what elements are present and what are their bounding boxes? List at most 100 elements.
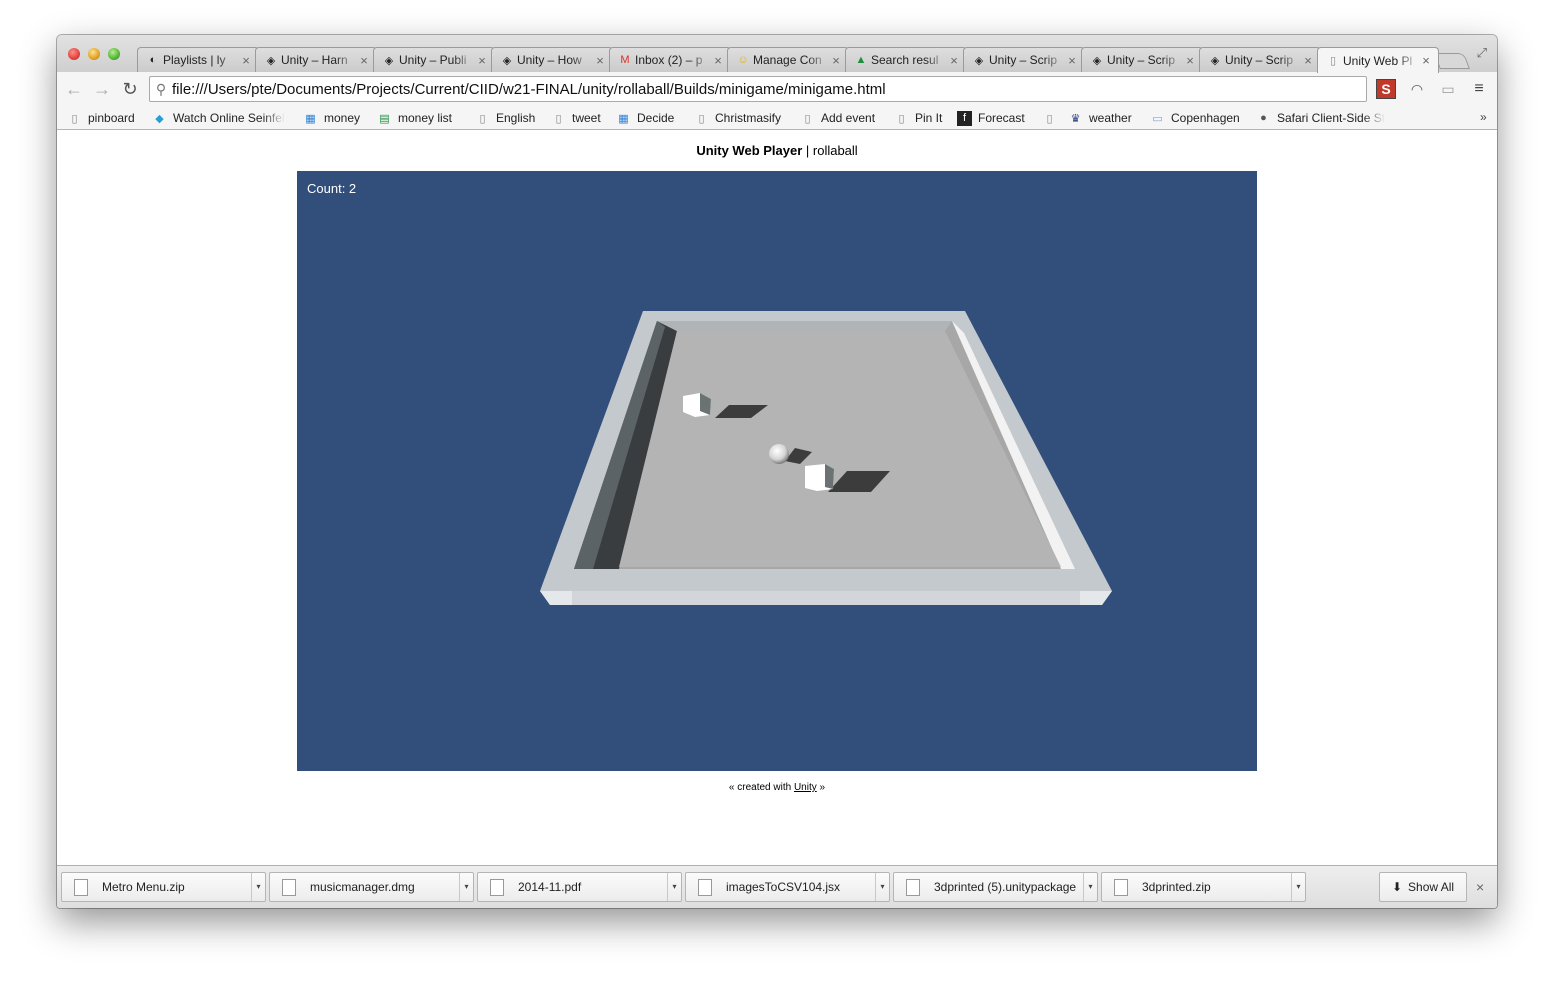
bookmark-item[interactable]: ▦ money — [303, 109, 360, 127]
unity-icon: ◈ — [502, 54, 512, 67]
download-filename: imagesToCSV104.jsx — [726, 880, 841, 894]
download-item[interactable]: 3dprinted.zip ▾ — [1101, 872, 1306, 902]
close-tab-icon[interactable]: × — [712, 53, 724, 68]
tab[interactable]: ▲ Search resul × — [845, 47, 967, 72]
page-icon: ▯ — [804, 112, 811, 125]
address-bar[interactable]: ⚲ file:///Users/pte/Documents/Projects/C… — [149, 76, 1367, 102]
show-all-downloads-button[interactable]: ⬇ Show All — [1379, 872, 1467, 902]
bookmark-item[interactable]: ▯ Pin It — [894, 109, 942, 127]
tab[interactable]: ◈ Unity – Scrip × — [1081, 47, 1203, 72]
download-menu-caret-icon[interactable]: ▾ — [875, 873, 889, 901]
file-icon — [74, 878, 88, 896]
bookmark-item[interactable]: ● Safari Client-Side St — [1256, 109, 1385, 127]
page-icon: ▯ — [898, 112, 905, 125]
unity-link[interactable]: Unity — [794, 782, 817, 793]
bookmark-item[interactable]: ♛ weather — [1068, 109, 1132, 127]
page-title-bold: Unity Web Player — [696, 143, 803, 158]
reload-button[interactable]: ↻ — [119, 78, 141, 100]
close-tab-icon[interactable]: × — [240, 53, 252, 68]
download-item[interactable]: Metro Menu.zip ▾ — [61, 872, 266, 902]
close-tab-icon[interactable]: × — [948, 53, 960, 68]
file-icon — [282, 878, 296, 896]
zoom-window-button[interactable] — [108, 48, 120, 60]
new-tab-button[interactable] — [1434, 53, 1470, 69]
download-item[interactable]: musicmanager.dmg ▾ — [269, 872, 474, 902]
download-item[interactable]: 2014-11.pdf ▾ — [477, 872, 682, 902]
close-tab-icon[interactable]: × — [1420, 53, 1432, 68]
calc-icon: ▦ — [618, 112, 629, 125]
tab-title: Unity – How — [517, 53, 582, 67]
menu-icon[interactable]: ≡ — [1469, 79, 1489, 99]
tab[interactable]: M Inbox (2) – p × — [609, 47, 731, 72]
folder-icon: ▭ — [1152, 112, 1163, 125]
tab-title: Unity – Scrip — [1225, 53, 1294, 67]
bookmark-label: weather — [1089, 111, 1132, 125]
tab[interactable]: ☺ Manage Con × — [727, 47, 849, 72]
tab-title: Search resul — [871, 53, 939, 67]
close-tab-icon[interactable]: × — [476, 53, 488, 68]
bookmark-item[interactable]: ▭ Copenhagen — [1150, 109, 1239, 127]
close-tab-icon[interactable]: × — [358, 53, 370, 68]
close-tab-icon[interactable]: × — [1302, 53, 1314, 68]
smiley-icon: ☺ — [737, 54, 749, 66]
tab-title: Unity – Scrip — [989, 53, 1058, 67]
bookmarks-bar: ▯ pinboard ◆ Watch Online Seinfel ▦ money ▤ mon… — [57, 106, 1497, 130]
forward-button[interactable]: → — [91, 78, 113, 100]
toolbar: ← → ↻ ⚲ file:///Users/pte/Documents/Proj… — [57, 72, 1497, 106]
browser-window: ◐ Playlists | ly × ◈ Unity – Harn × ◈ Unity – P… — [57, 35, 1497, 908]
fullscreen-icon[interactable]: ⤢ — [1477, 45, 1487, 61]
bookmark-item[interactable]: ▯ — [1042, 109, 1063, 127]
page-title: Unity Web Player | rollaball — [57, 143, 1497, 158]
bookmark-item[interactable]: ▯ tweet — [551, 109, 600, 127]
tab[interactable]: ◈ Unity – Harn × — [255, 47, 377, 72]
download-menu-caret-icon[interactable]: ▾ — [1291, 873, 1305, 901]
download-filename: 3dprinted (5).unitypackage — [934, 880, 1077, 894]
bookmark-item[interactable]: ▯ English — [475, 109, 535, 127]
close-tab-icon[interactable]: × — [1184, 53, 1196, 68]
page-icon: ▯ — [555, 112, 562, 125]
bookmark-item[interactable]: ▯ Add event — [800, 109, 875, 127]
bookmark-item[interactable]: ◆ Watch Online Seinfel — [152, 109, 284, 127]
file-icon — [1114, 878, 1128, 896]
download-menu-caret-icon[interactable]: ▾ — [667, 873, 681, 901]
footer-text-before: « created with — [728, 782, 794, 793]
close-tab-icon[interactable]: × — [1066, 53, 1078, 68]
tab[interactable]: ◐ Playlists | ly × — [137, 47, 259, 72]
download-menu-caret-icon[interactable]: ▾ — [459, 873, 473, 901]
unity-icon: ◈ — [1210, 54, 1220, 67]
download-menu-caret-icon[interactable]: ▾ — [251, 873, 265, 901]
bookmark-label: Add event — [821, 111, 876, 125]
tab[interactable]: ◈ Unity – How × — [491, 47, 613, 72]
headphones-icon[interactable]: ◠ — [1407, 79, 1427, 99]
cube-icon: ◆ — [155, 112, 164, 125]
incognito-icon[interactable]: ▭ — [1438, 79, 1458, 99]
bookmark-item[interactable]: ▯ Christmasify — [694, 109, 781, 127]
download-menu-caret-icon[interactable]: ▾ — [1083, 873, 1097, 901]
bookmark-label: Pin It — [915, 111, 943, 125]
tab[interactable]: ◈ Unity – Publi × — [373, 47, 495, 72]
extension-s-icon[interactable]: S — [1376, 79, 1396, 99]
back-button[interactable]: ← — [63, 78, 85, 100]
tab[interactable]: ◈ Unity – Scrip × — [963, 47, 1085, 72]
bookmarks-overflow-button[interactable]: » — [1480, 110, 1487, 124]
wall-corner-right — [1080, 591, 1112, 605]
minimize-window-button[interactable] — [88, 48, 100, 60]
tab[interactable]: ◈ Unity – Scrip × — [1199, 47, 1321, 72]
unity-player[interactable]: Count: 2 — [297, 171, 1257, 771]
bookmark-item[interactable]: ▤ money list — [377, 109, 452, 127]
bookmark-label: Christmasify — [715, 111, 782, 125]
close-window-button[interactable] — [68, 48, 80, 60]
floor — [619, 331, 1061, 567]
close-downloads-bar-icon[interactable]: × — [1476, 879, 1484, 895]
tab[interactable]: ▯ Unity Web Pl × — [1317, 47, 1439, 73]
bookmark-item[interactable]: ▦ Decide — [616, 109, 674, 127]
wall-front — [540, 591, 1112, 605]
bookmark-item[interactable]: f Forecast — [957, 109, 1025, 127]
bookmark-label: Forecast — [978, 111, 1025, 125]
download-item[interactable]: imagesToCSV104.jsx ▾ — [685, 872, 890, 902]
close-tab-icon[interactable]: × — [830, 53, 842, 68]
close-tab-icon[interactable]: × — [594, 53, 606, 68]
download-arrow-icon: ⬇ — [1391, 880, 1403, 894]
download-item[interactable]: 3dprinted (5).unitypackage ▾ — [893, 872, 1098, 902]
bookmark-item[interactable]: ▯ pinboard — [67, 109, 134, 127]
